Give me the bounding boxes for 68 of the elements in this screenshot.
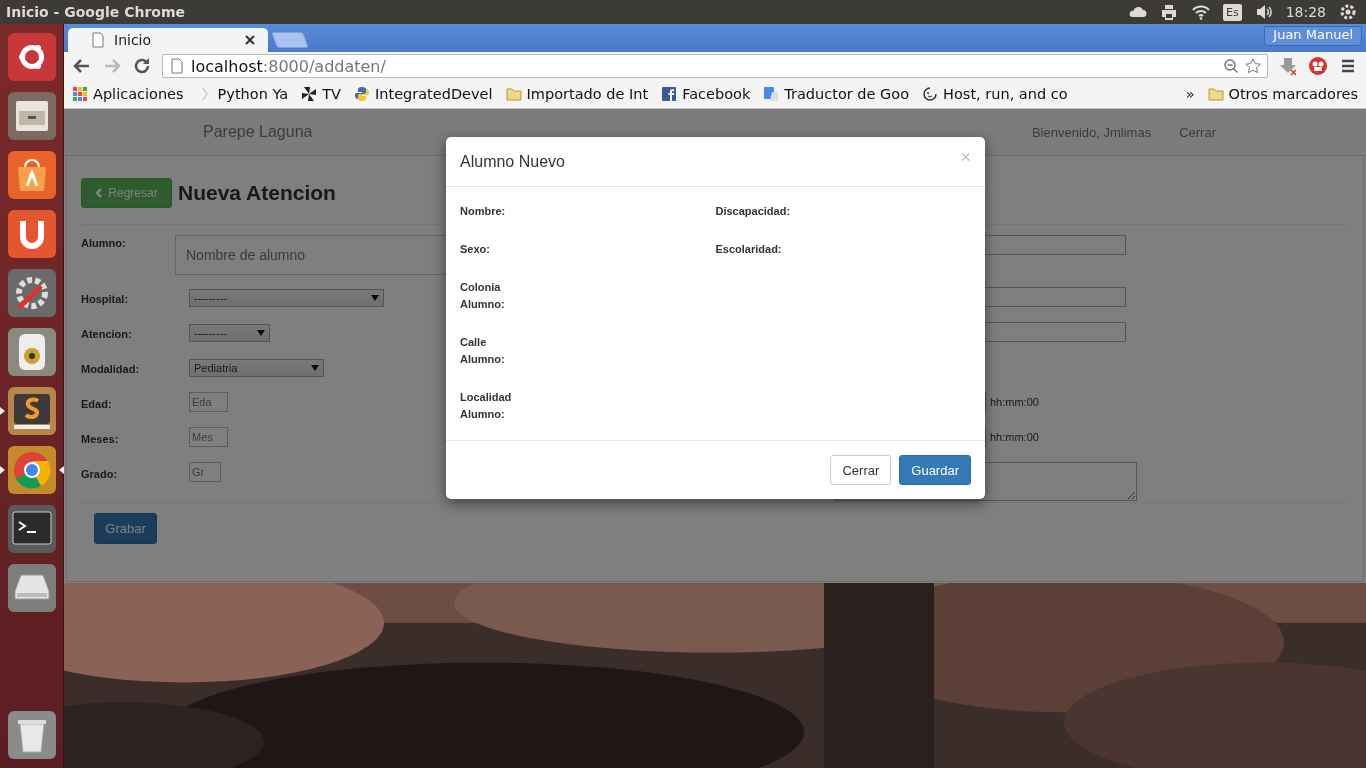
tab-title: Inicio	[114, 32, 153, 48]
star-icon[interactable]	[1245, 58, 1261, 74]
field-label: Nombre:	[460, 204, 507, 219]
format-hint: hh:mm:00	[990, 431, 1039, 443]
pinwheel-icon	[301, 86, 318, 102]
field-label: Edad:	[81, 397, 113, 410]
field-label: Discapacidad:	[715, 204, 792, 219]
chrome-logo-icon[interactable]	[6, 445, 57, 495]
field-label: Atencion:	[81, 327, 133, 340]
zoom-out-icon[interactable]	[1223, 58, 1239, 74]
text-editor-icon[interactable]	[6, 386, 57, 436]
caret-icon	[371, 295, 379, 301]
field-label: Hospital:	[81, 292, 130, 305]
page-title: Nueva Atencion	[178, 181, 336, 205]
download-arrow-icon[interactable]	[1278, 56, 1298, 76]
field-label: Alumno:	[81, 236, 127, 249]
clock[interactable]: 18:28	[1285, 4, 1326, 20]
dialog-title: Alumno Nuevo	[460, 152, 566, 171]
bookmark[interactable]: Importado de Int	[505, 86, 649, 102]
file-cabinet-icon[interactable]	[6, 91, 57, 141]
url-text: localhost:8000/addaten/	[191, 56, 386, 76]
apps-grid-icon	[72, 86, 88, 102]
number-field[interactable]: Mes	[189, 427, 228, 447]
address-bar[interactable]: localhost:8000/addaten/	[162, 54, 1268, 78]
gear-wrench-icon[interactable]	[6, 268, 57, 318]
caret-icon	[311, 365, 319, 371]
bookmark[interactable]: IntegratedDevel	[354, 86, 493, 102]
dropdown[interactable]: Pediatria	[189, 359, 324, 377]
hard-drive-icon[interactable]	[6, 563, 57, 613]
field-label: Localidad Alumno:	[460, 390, 513, 422]
facebook-logo-icon	[661, 86, 678, 102]
close-button[interactable]: Cerrar	[830, 455, 892, 485]
save-button[interactable]: Guardar	[899, 455, 971, 485]
bookmark[interactable]: TV	[301, 86, 341, 102]
swirl-icon	[922, 86, 939, 102]
field-label: Meses:	[81, 432, 120, 445]
dropdown[interactable]: ---------	[189, 324, 270, 342]
bookmark[interactable]: Traductor de Goo	[763, 86, 910, 102]
browser-tab[interactable]: Inicio	[68, 28, 268, 52]
reload-icon[interactable]	[132, 56, 152, 76]
trash-icon[interactable]	[6, 710, 57, 760]
terminal-icon[interactable]	[6, 504, 57, 554]
caret-icon	[257, 330, 265, 336]
python-logo-icon	[354, 86, 370, 102]
ubuntu-logo-icon[interactable]	[6, 32, 57, 82]
chevron-icon	[95, 188, 104, 198]
field-label: Modalidad:	[81, 362, 141, 375]
keyboard-layout-indicator[interactable]: Es	[1222, 3, 1242, 21]
field-label: Escolaridad:	[715, 242, 783, 257]
bookmark[interactable]: Python Ya	[196, 86, 289, 102]
folder-icon	[1207, 86, 1224, 102]
field-label: Sexo:	[460, 242, 491, 257]
bookmark[interactable]: Aplicaciones	[72, 86, 184, 102]
bookmark[interactable]: Facebook	[661, 86, 751, 102]
bookmark[interactable]: Otros marcadores	[1207, 86, 1358, 102]
field-label: Colonia Alumno:	[460, 280, 506, 312]
window-title: Inicio - Google Chrome	[6, 4, 185, 20]
folder-icon	[505, 86, 522, 102]
field-label: Grado:	[81, 467, 119, 480]
bookmark[interactable]: Host, run, and co	[922, 86, 1068, 102]
bookmarks-overflow-button[interactable]: »	[1185, 86, 1195, 102]
shopping-bag-icon[interactable]	[6, 150, 57, 200]
number-field[interactable]: Eda	[189, 392, 228, 412]
dropdown[interactable]: ---------	[189, 289, 384, 307]
format-hint: hh:mm:00	[990, 396, 1039, 408]
speaker-icon[interactable]	[6, 327, 57, 377]
number-field[interactable]: Gr	[189, 462, 221, 482]
field-label: Calle Alumno:	[460, 335, 506, 367]
